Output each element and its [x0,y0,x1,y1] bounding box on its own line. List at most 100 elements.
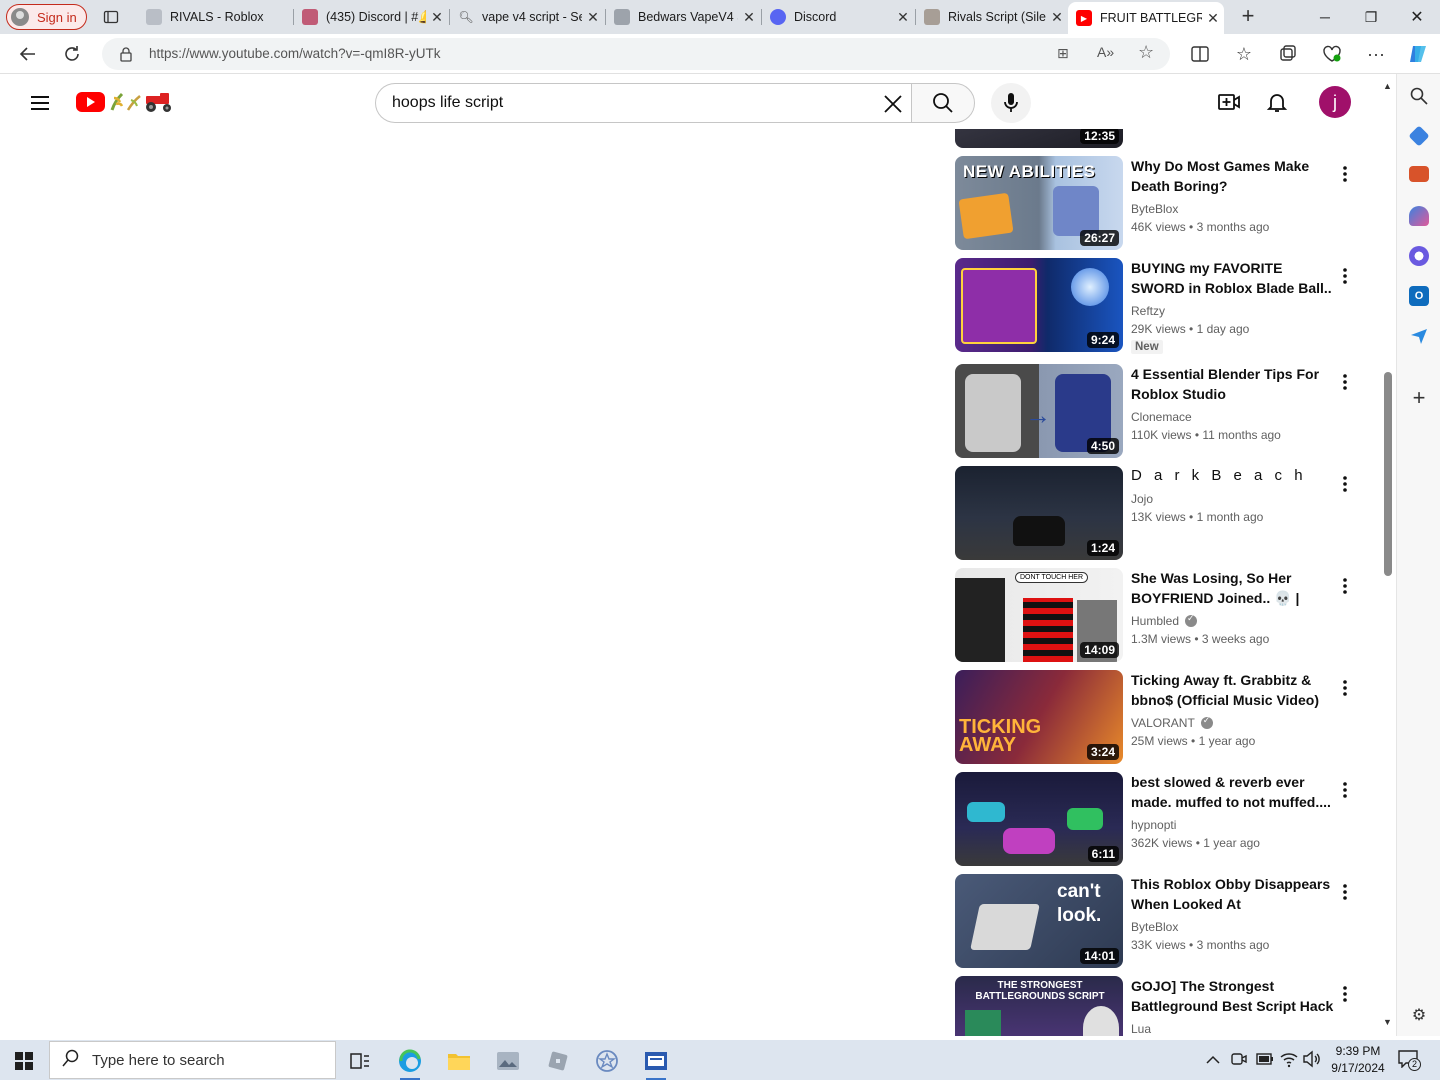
list-item[interactable]: THE STRONGEST BATTLEGROUNDS SCRIPT GOJO]… [955,976,1355,1036]
video-title-link[interactable]: She Was Losing, So Her BOYFRIEND Joined.… [1131,568,1335,608]
more-actions-icon[interactable] [1333,370,1355,394]
video-thumbnail[interactable]: can't look. 14:01 [955,874,1123,968]
sidebar-shopping-icon[interactable] [1408,125,1430,147]
tab-fruit-battlegrounds-active[interactable]: ▶ FRUIT BATTLEGRO ✕ [1068,2,1224,34]
channel-name[interactable]: ByteBlox [1131,920,1178,934]
video-title-link[interactable]: D a r k B e a c h [1131,466,1335,486]
more-actions-icon[interactable] [1333,264,1355,288]
sidebar-tools-icon[interactable] [1409,166,1429,182]
notifications-center-icon[interactable]: 2 [1398,1050,1421,1071]
video-thumbnail[interactable]: THE STRONGEST BATTLEGROUNDS SCRIPT [955,976,1123,1036]
channel-name[interactable]: ByteBlox [1131,202,1178,216]
video-thumbnail[interactable]: DONT TOUCH HER 14:09 [955,568,1123,662]
more-actions-icon[interactable] [1333,574,1355,598]
back-icon[interactable] [16,42,40,66]
youtube-logo[interactable] [76,90,176,114]
close-tab-icon[interactable]: ✕ [892,9,914,26]
minimize-button[interactable]: ─ [1302,0,1348,34]
file-explorer-icon[interactable] [439,1044,479,1078]
list-item[interactable]: → 4:50 4 Essential Blender Tips For Robl… [955,364,1355,458]
task-view-icon[interactable] [340,1044,380,1078]
channel-name[interactable]: VALORANT [1131,715,1213,730]
more-actions-icon[interactable] [1333,472,1355,496]
video-thumbnail[interactable]: 6:11 [955,772,1123,866]
video-title-link[interactable]: best slowed & reverb ever made. muffed t… [1131,772,1335,812]
close-tab-icon[interactable]: ✕ [582,9,604,26]
list-item[interactable]: 6:11 best slowed & reverb ever made. muf… [955,772,1355,866]
wifi-network-icon[interactable] [1280,1050,1298,1073]
video-title-link[interactable]: This Roblox Obby Disappears When Looked … [1131,874,1335,914]
tab-actions-icon[interactable] [100,6,122,28]
collections-icon[interactable] [1276,42,1300,66]
photos-app-icon[interactable] [488,1044,528,1078]
close-tab-icon[interactable]: ✕ [738,9,760,26]
more-menu-icon[interactable]: ··· [1364,42,1388,66]
roblox-window-icon[interactable] [636,1044,676,1080]
roblox-app-icon[interactable] [538,1044,578,1078]
list-item[interactable]: NEW ABILITIES 26:27 Why Do Most Games Ma… [955,156,1355,250]
tab-vape-search[interactable]: 🔍︎ vape v4 script - Se ✕ [450,2,604,32]
video-title-link[interactable]: Ticking Away ft. Grabbitz & bbno$ (Offic… [1131,670,1335,710]
split-screen-icon[interactable] [1188,42,1212,66]
app-available-icon[interactable]: ⊞ [1057,45,1069,62]
video-thumbnail[interactable]: 1:24 [955,466,1123,560]
taskbar-search-box[interactable]: Type here to search [49,1041,336,1079]
more-actions-icon[interactable] [1333,880,1355,904]
search-input[interactable]: hoops life script [375,83,913,123]
profile-sign-in-button[interactable]: Sign in [6,4,87,30]
tab-rivals-roblox[interactable]: RIVALS - Roblox [138,2,292,32]
video-title-link[interactable]: BUYING my FAVORITE SWORD in Roblox Blade… [1131,258,1335,298]
list-item[interactable]: 12:35 [955,129,1355,148]
more-actions-icon[interactable] [1333,162,1355,186]
list-item[interactable]: 1:24 D a r k B e a c h Jojo 13K views • … [955,466,1355,560]
create-video-icon[interactable] [1217,90,1241,114]
channel-name[interactable]: Reftzy [1131,304,1165,318]
video-thumbnail[interactable]: → 4:50 [955,364,1123,458]
favorite-star-icon[interactable]: ☆ [1138,42,1154,63]
list-item[interactable]: DONT TOUCH HER 14:09 She Was Losing, So … [955,568,1355,662]
copilot-icon[interactable] [1406,42,1430,66]
close-tab-icon[interactable]: ✕ [1202,10,1224,27]
sidebar-outlook-icon[interactable]: O [1409,286,1429,306]
show-hidden-icons-chevron-icon[interactable] [1206,1052,1220,1070]
video-title-link[interactable]: Why Do Most Games Make Death Boring? [1131,156,1335,196]
meet-now-icon[interactable] [1230,1050,1248,1073]
video-thumbnail[interactable]: 12:35 [955,129,1123,148]
video-thumbnail[interactable]: NEW ABILITIES 26:27 [955,156,1123,250]
channel-name[interactable]: Clonemace [1131,410,1192,424]
video-thumbnail[interactable]: 9:24 [955,258,1123,352]
edge-browser-icon[interactable] [390,1044,430,1080]
list-item[interactable]: 9:24 BUYING my FAVORITE SWORD in Roblox … [955,258,1355,354]
channel-name[interactable]: Jojo [1131,492,1153,506]
tab-discord[interactable]: Discord ✕ [762,2,914,32]
channel-name[interactable]: Lua [1131,1022,1151,1036]
close-tab-icon[interactable]: ✕ [426,9,448,26]
restore-button[interactable]: ❐ [1348,0,1394,34]
scroll-down-arrow-icon[interactable]: ▼ [1383,1017,1392,1027]
battery-icon[interactable] [1256,1052,1274,1071]
notifications-bell-icon[interactable] [1265,90,1289,114]
video-title-link[interactable]: 4 Essential Blender Tips For Roblox Stud… [1131,364,1335,404]
channel-name[interactable]: Humbled [1131,613,1198,628]
read-aloud-icon[interactable]: A» [1097,44,1114,60]
browser-essentials-icon[interactable] [1320,42,1344,66]
video-thumbnail[interactable]: TICKING AWAY 3:24 [955,670,1123,764]
more-actions-icon[interactable] [1333,676,1355,700]
new-tab-button[interactable]: + [1236,5,1260,29]
sidebar-settings-gear-icon[interactable]: ⚙ [1409,1006,1429,1026]
windows-start-icon[interactable] [4,1044,44,1078]
more-actions-icon[interactable] [1333,982,1355,1006]
favorites-icon[interactable]: ☆ [1232,42,1256,66]
sidebar-office-icon[interactable] [1409,246,1429,266]
taskbar-clock[interactable]: 9:39 PM 9/17/2024 [1318,1043,1398,1077]
address-bar[interactable]: https://www.youtube.com/watch?v=-qmI8R-y… [102,38,1170,70]
sidebar-search-icon[interactable] [1409,86,1429,106]
star-app-icon[interactable] [587,1044,627,1078]
tab-bedwars-vape[interactable]: Bedwars VapeV4 S ✕ [606,2,760,32]
search-button[interactable] [911,83,975,123]
refresh-icon[interactable] [60,42,84,66]
more-actions-icon[interactable] [1333,778,1355,802]
scrollbar-thumb[interactable] [1384,372,1392,576]
sidebar-games-icon[interactable] [1409,206,1429,226]
clear-search-icon[interactable] [879,90,907,118]
